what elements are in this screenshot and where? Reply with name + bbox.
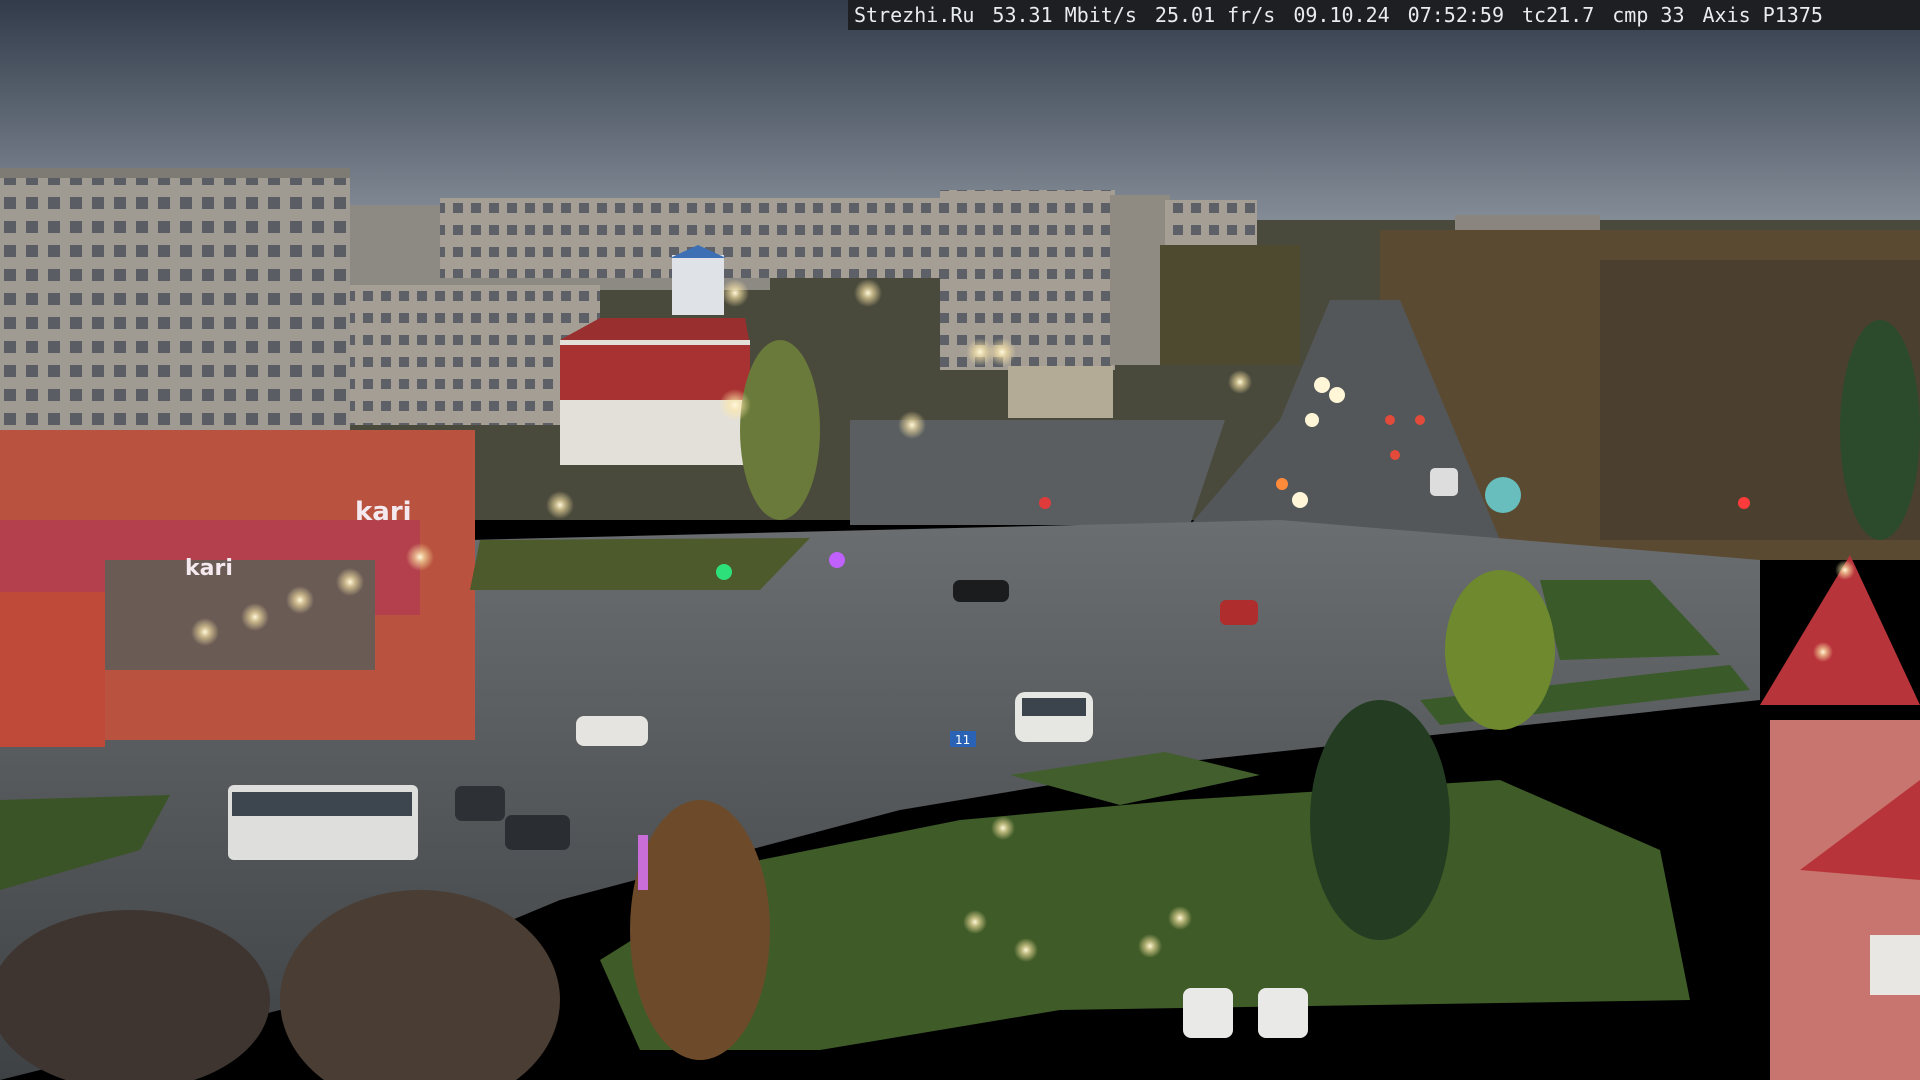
- festive-palm-light: [1485, 477, 1521, 513]
- festive-decoration-purple: [829, 552, 845, 568]
- car-parked-1: [1183, 988, 1233, 1038]
- lawn-plaza-left: [470, 538, 810, 590]
- pink-building-right: [1760, 555, 1920, 1080]
- camera-frame: kari kari 11: [0, 0, 1920, 1080]
- bus: [228, 785, 418, 860]
- store-sign: kari: [355, 497, 412, 527]
- blue-roof-tower: [672, 255, 724, 315]
- minivan: [1015, 692, 1093, 742]
- camera-osd-overlay: Strezhi.Ru 53.31 Mbit/s 25.01 fr/s 09.10…: [848, 0, 1920, 30]
- car-white: [576, 716, 648, 746]
- osd-site: Strezhi.Ru: [854, 3, 975, 27]
- store-sign-2: kari: [185, 556, 233, 581]
- osd-time: 07:52:59: [1407, 3, 1504, 27]
- festive-decoration-green: [716, 564, 732, 580]
- storefront-building: [0, 430, 475, 747]
- car-road-1: [1430, 468, 1458, 496]
- route-sign: 11: [955, 733, 970, 747]
- trees-mid: [1160, 245, 1300, 365]
- festive-light-pole: [638, 835, 648, 890]
- car-red: [1220, 600, 1258, 625]
- car-dark-2: [455, 786, 505, 821]
- osd-bitrate: 53.31 Mbit/s: [992, 3, 1137, 27]
- osd-tc: tc21.7: [1522, 3, 1595, 27]
- osd-camera-model: Axis P1375: [1702, 3, 1823, 27]
- osd-date: 09.10.24: [1293, 3, 1390, 27]
- osd-framerate: 25.01 fr/s: [1154, 3, 1276, 27]
- osd-cmp: cmp 33: [1612, 3, 1685, 27]
- car-dark-1: [505, 815, 570, 850]
- red-roof-building: [560, 318, 750, 465]
- car-black: [953, 580, 1009, 602]
- car-parked-2: [1258, 988, 1308, 1038]
